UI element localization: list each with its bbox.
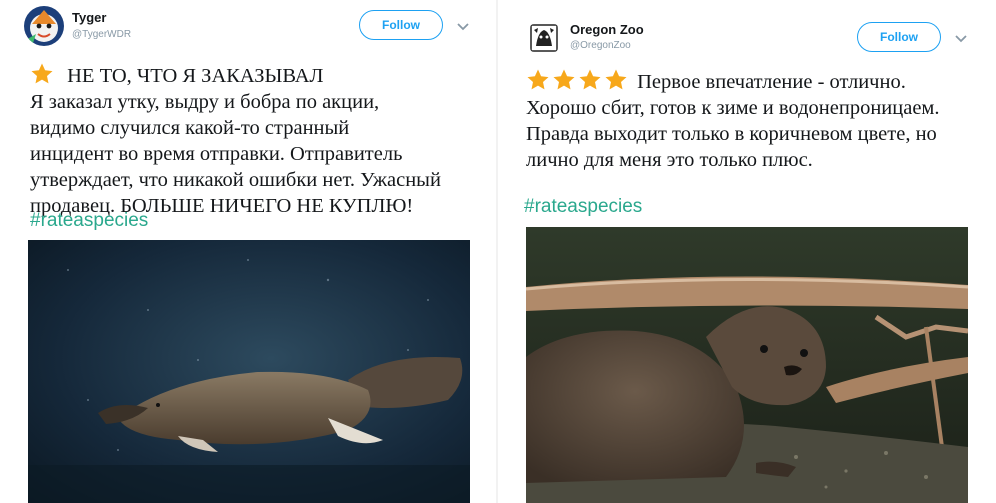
star-icon bbox=[553, 69, 575, 90]
chevron-down-icon[interactable] bbox=[456, 22, 470, 32]
tweet-line: видимо случился какой-то странный bbox=[30, 117, 350, 139]
tweet-first-line: Первое впечатление - отлично. bbox=[637, 71, 906, 93]
tweet-line: инцидент во время отправки. Отправитель bbox=[30, 143, 403, 165]
star-icon bbox=[579, 69, 601, 90]
follow-button[interactable]: Follow bbox=[359, 10, 443, 40]
star-icon bbox=[31, 63, 53, 84]
hashtag-link[interactable]: #rateaspecies bbox=[524, 196, 642, 218]
author-handle[interactable]: @OregonZoo bbox=[570, 40, 631, 51]
author-name[interactable]: Tyger bbox=[72, 10, 106, 25]
author-handle[interactable]: @TygerWDR bbox=[72, 29, 131, 40]
tweet-rating-line: Первое впечатление - отлично. bbox=[526, 68, 992, 95]
chevron-down-icon[interactable] bbox=[954, 34, 968, 44]
tweet-title-line: НЕ ТО, ЧТО Я ЗАКАЗЫВАЛ bbox=[30, 62, 496, 89]
hashtag-link[interactable]: #rateaspecies bbox=[30, 210, 148, 232]
tweet-text: Первое впечатление - отлично. Хорошо сби… bbox=[526, 68, 992, 173]
follow-button[interactable]: Follow bbox=[857, 22, 941, 52]
tweet-oregon-zoo: Oregon Zoo @OregonZoo Follow Первое впеч… bbox=[498, 0, 996, 503]
tweet-line: Хорошо сбит, готов к зиме и водонепрониц… bbox=[526, 97, 940, 119]
tweet-tyger: Tyger @TygerWDR Follow НЕ ТО, ЧТО Я ЗАКА… bbox=[0, 0, 498, 503]
avatar[interactable] bbox=[24, 6, 64, 46]
tweet-title: НЕ ТО, ЧТО Я ЗАКАЗЫВАЛ bbox=[67, 65, 324, 87]
author-name[interactable]: Oregon Zoo bbox=[570, 22, 644, 37]
avatar[interactable] bbox=[530, 24, 558, 52]
tweet-line: Я заказал утку, выдру и бобра по акции, bbox=[30, 91, 380, 113]
tweet-line: лично для меня это только плюс. bbox=[526, 149, 813, 171]
star-icon bbox=[605, 69, 627, 90]
tweet-text: НЕ ТО, ЧТО Я ЗАКАЗЫВАЛ Я заказал утку, в… bbox=[30, 62, 496, 219]
otter-photo[interactable] bbox=[526, 227, 968, 503]
tweet-line: утверждает, что никакой ошибки нет. Ужас… bbox=[30, 169, 441, 191]
star-icon bbox=[527, 69, 549, 90]
tweet-line: Правда выходит только в коричневом цвете… bbox=[526, 123, 937, 145]
platypus-photo[interactable] bbox=[28, 240, 470, 503]
